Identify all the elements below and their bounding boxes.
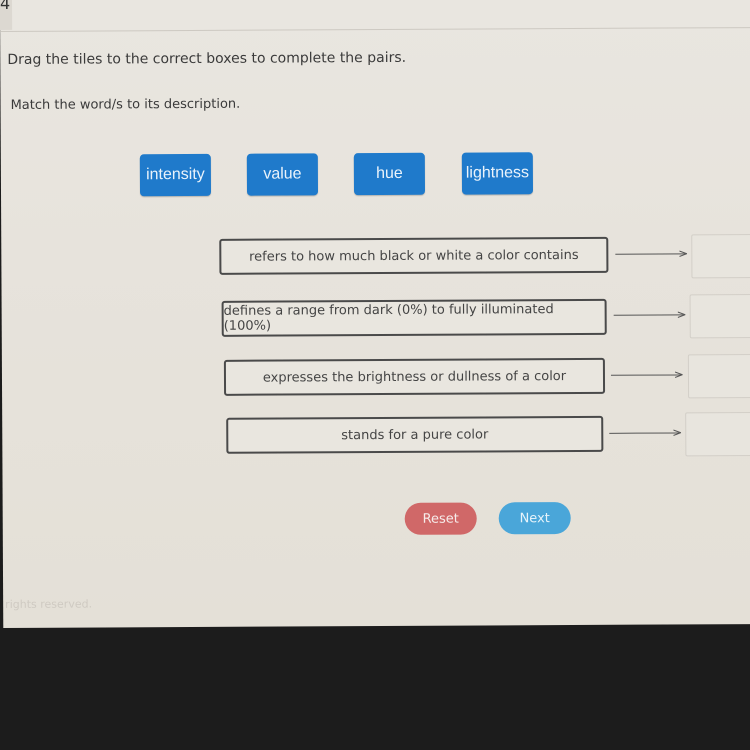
arrow-icon: > bbox=[609, 425, 682, 439]
tile-intensity[interactable]: intensity bbox=[139, 153, 212, 197]
quiz-screen: 4 Drag the tiles to the correct boxes to… bbox=[0, 0, 750, 628]
arrow-icon: > bbox=[615, 246, 688, 260]
subinstruction-text: Match the word/s to its description. bbox=[10, 96, 241, 113]
tile-value[interactable]: value bbox=[246, 153, 319, 196]
description-box-1: refers to how much black or white a colo… bbox=[219, 236, 609, 275]
drop-box-1[interactable] bbox=[691, 234, 750, 279]
description-box-3: expresses the brightness or dullness of … bbox=[223, 357, 606, 396]
tile-lightness[interactable]: lightness bbox=[461, 152, 534, 195]
tile-hue[interactable]: hue bbox=[353, 152, 426, 196]
next-button[interactable]: Next bbox=[498, 502, 571, 535]
arrow-icon: > bbox=[613, 307, 687, 321]
reset-button[interactable]: Reset bbox=[404, 502, 477, 535]
drop-box-2[interactable] bbox=[689, 294, 750, 339]
drop-box-3[interactable] bbox=[687, 354, 750, 399]
arrow-icon: > bbox=[610, 367, 684, 381]
instruction-text: Drag the tiles to the correct boxes to c… bbox=[7, 49, 407, 68]
question-number: 4 bbox=[0, 0, 11, 13]
description-box-4: stands for a pure color bbox=[226, 415, 604, 454]
monitor-bezel bbox=[0, 628, 750, 750]
footer-copyright: rights reserved. bbox=[5, 597, 93, 611]
description-box-2: defines a range from dark (0%) to fully … bbox=[221, 298, 607, 337]
drop-box-4[interactable] bbox=[685, 412, 750, 457]
divider bbox=[0, 27, 750, 32]
